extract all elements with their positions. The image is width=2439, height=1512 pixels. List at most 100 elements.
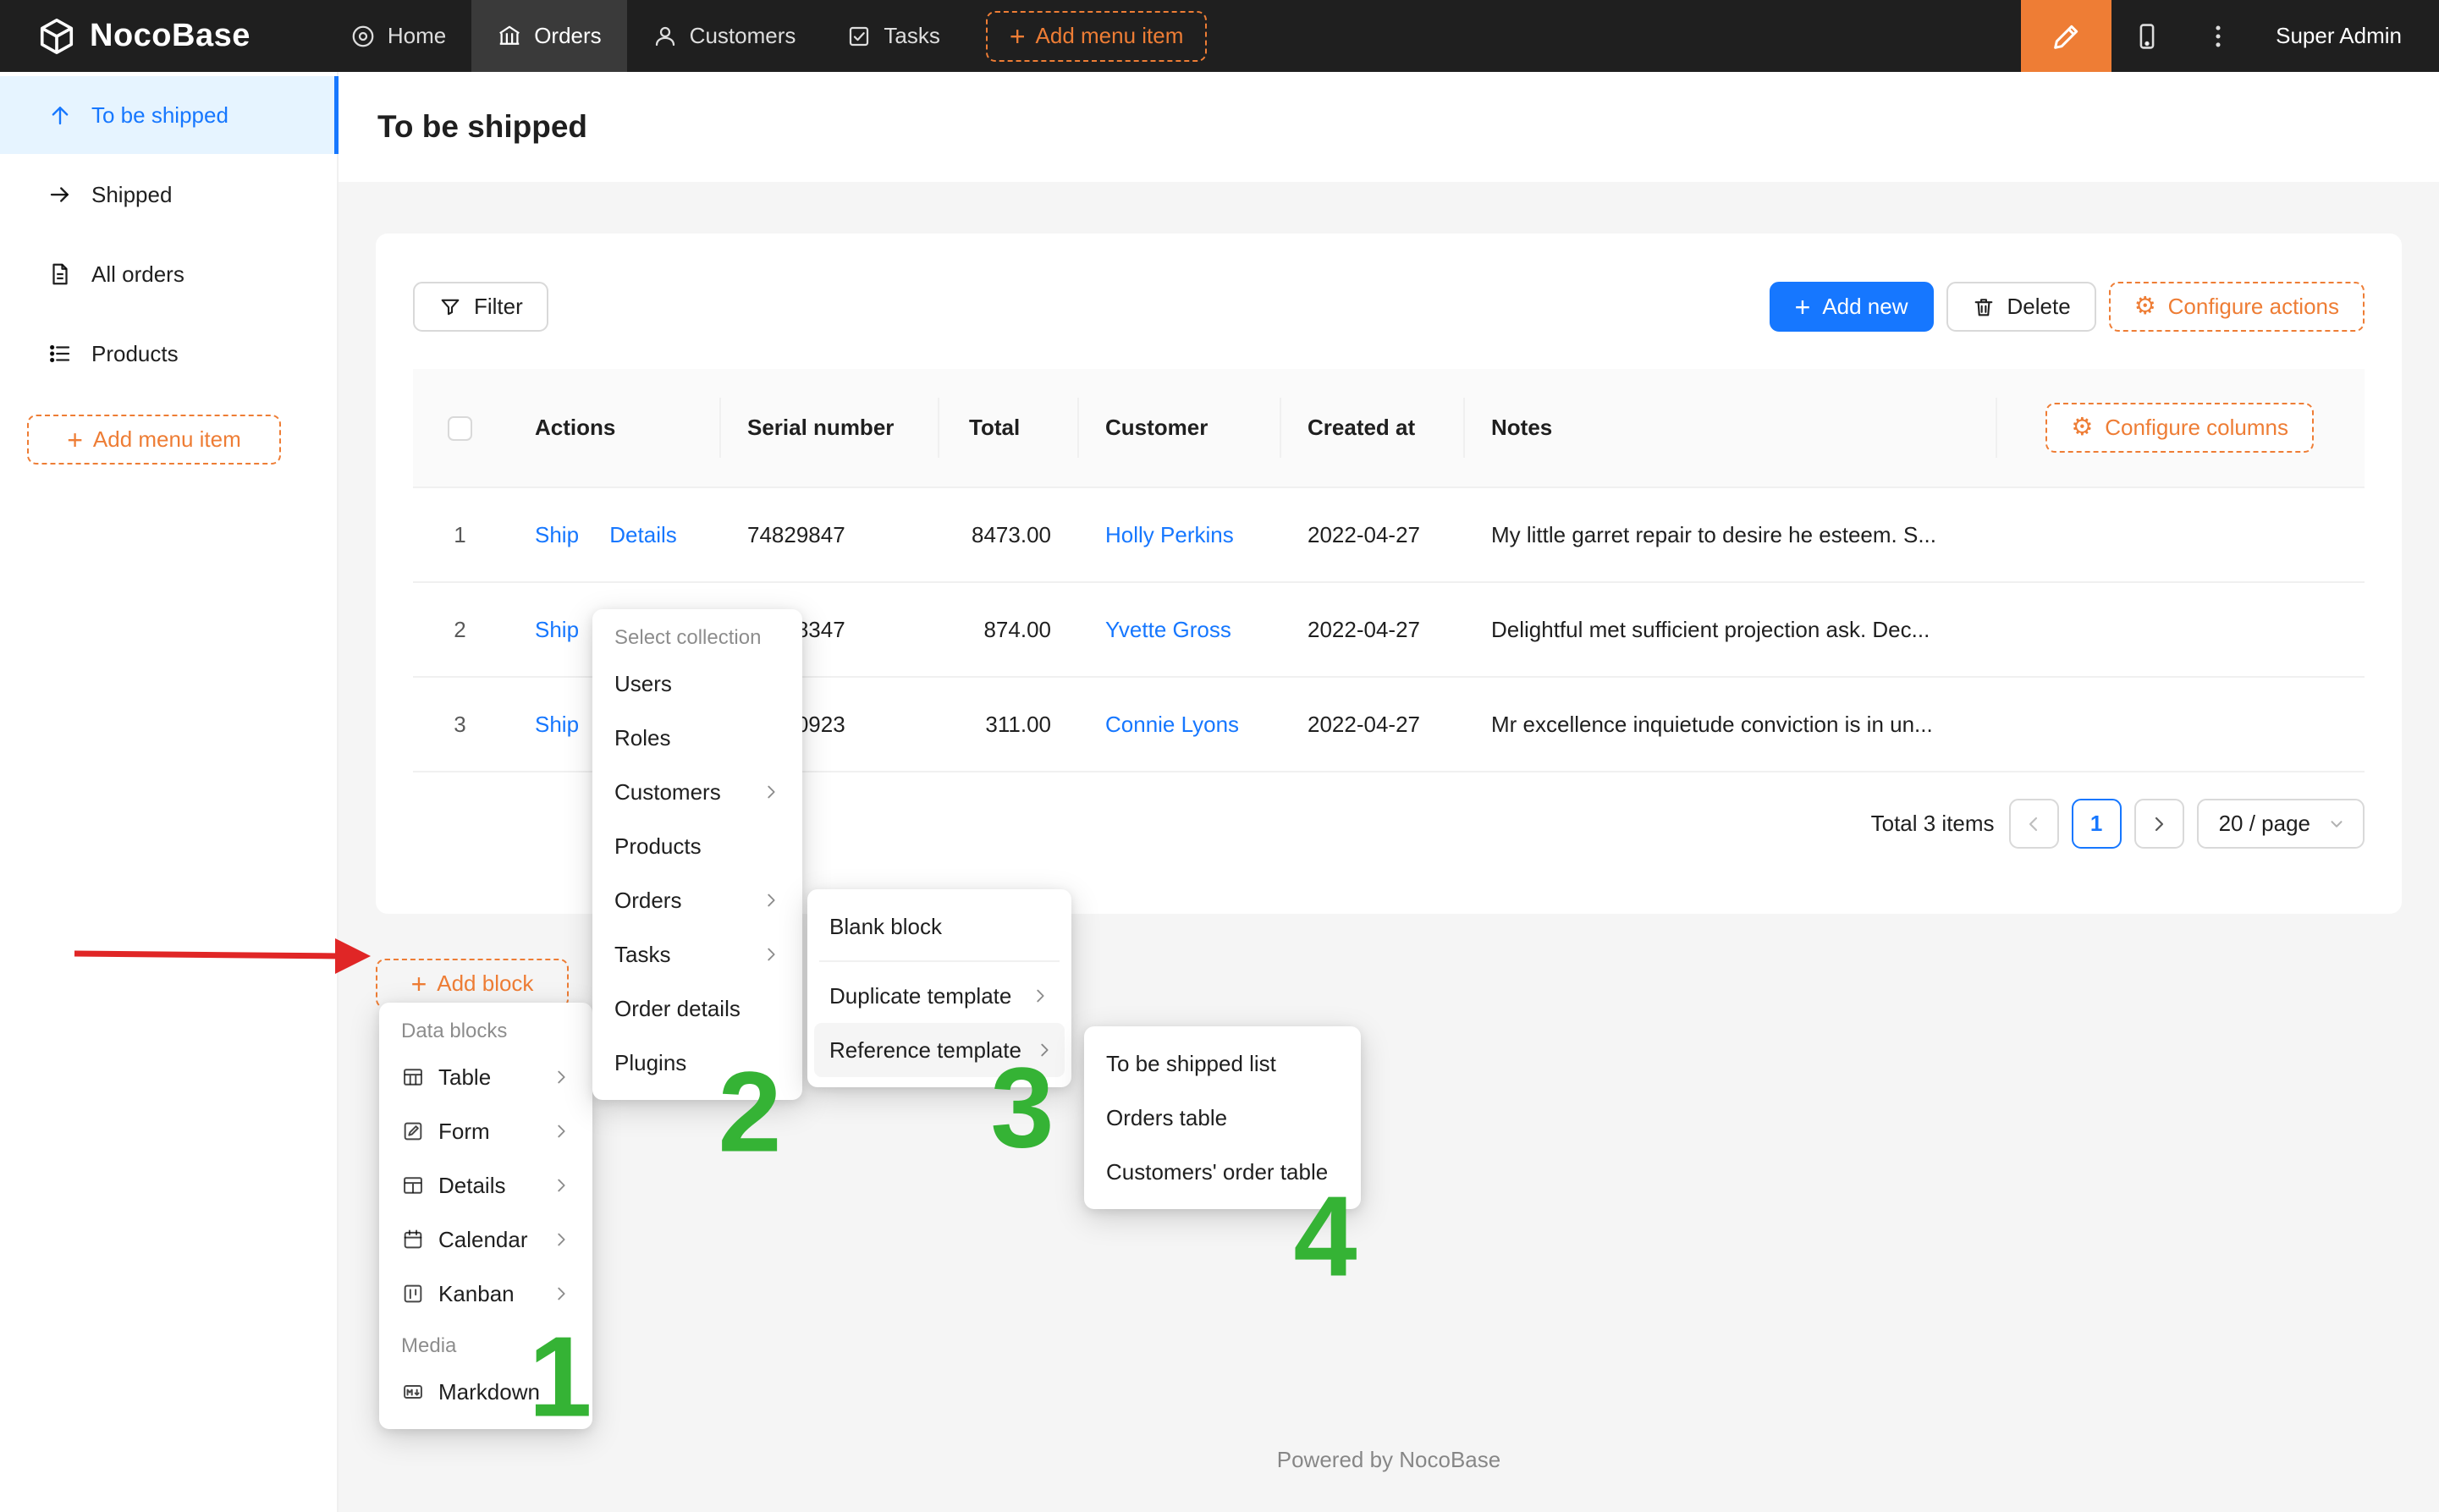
customer-link[interactable]: Yvette Gross (1105, 617, 1231, 642)
select-collection-menu: Select collection Users Roles Customers … (592, 609, 802, 1100)
chevron-right-icon (762, 891, 780, 910)
select-all-checkbox[interactable] (448, 416, 472, 441)
sidebar-item-all-orders[interactable]: All orders (0, 235, 337, 313)
page-header: To be shipped (339, 72, 2439, 182)
pagination-prev-button[interactable] (2009, 799, 2059, 849)
details-link[interactable]: Details (609, 522, 676, 547)
configure-columns-button[interactable]: ⚙ Configure columns (2045, 403, 2314, 453)
nav-item-label: Home (388, 23, 446, 49)
menu-item-users[interactable]: Users (599, 657, 796, 711)
column-header-actions[interactable]: Actions (507, 369, 719, 487)
table-block-icon (401, 1065, 425, 1089)
page-size-select[interactable]: 20 / page (2197, 799, 2365, 849)
menu-group-label: Select collection (599, 619, 796, 657)
total-cell: 8473.00 (938, 487, 1077, 582)
created-at-cell: 2022-04-27 (1280, 487, 1463, 582)
menu-item-products[interactable]: Products (599, 819, 796, 873)
sidebar: To be shipped Shipped All orders Product… (0, 72, 339, 1512)
row-index: 1 (413, 487, 507, 582)
chevron-right-icon (552, 1068, 570, 1086)
add-new-button[interactable]: + Add new (1770, 282, 1934, 332)
total-cell: 874.00 (938, 582, 1077, 677)
chevron-right-icon (2149, 814, 2169, 834)
tasks-icon (846, 24, 872, 49)
chevron-right-icon (762, 783, 780, 801)
gear-icon: ⚙ (2134, 294, 2156, 319)
chevron-right-icon (552, 1284, 570, 1303)
ship-link[interactable]: Ship (535, 522, 579, 547)
sidebar-item-label: Products (91, 341, 179, 367)
pagination-page-1-button[interactable]: 1 (2072, 799, 2122, 849)
ship-link[interactable]: Ship (535, 712, 579, 737)
annotation-step-4: 4 (1293, 1179, 1357, 1294)
ui-editor-button[interactable] (2021, 0, 2111, 72)
menu-item-blank-block[interactable]: Blank block (814, 899, 1065, 954)
mobile-preview-button[interactable] (2111, 0, 2183, 72)
pagination-next-button[interactable] (2134, 799, 2184, 849)
user-name[interactable]: Super Admin (2254, 23, 2439, 49)
form-block-icon (401, 1119, 425, 1143)
chevron-right-icon (552, 1176, 570, 1195)
menu-item-orders-table[interactable]: Orders table (1091, 1091, 1354, 1145)
nav-item-home[interactable]: Home (325, 0, 471, 72)
menu-item-duplicate-template[interactable]: Duplicate template (814, 969, 1065, 1023)
more-menu-button[interactable] (2183, 0, 2254, 72)
configure-actions-button[interactable]: ⚙ Configure actions (2109, 282, 2365, 332)
column-header-notes[interactable]: Notes (1463, 369, 1996, 487)
chevron-down-icon (2327, 815, 2346, 833)
nocobase-logo-icon (37, 17, 76, 56)
sidebar-item-label: All orders (91, 261, 184, 288)
plus-icon: + (1795, 294, 1811, 321)
kebab-menu-icon (2204, 22, 2233, 51)
nav-item-orders[interactable]: Orders (471, 0, 626, 72)
main-menu: Home Orders Customers Tasks + Add menu i… (325, 0, 1208, 72)
customer-link[interactable]: Holly Perkins (1105, 522, 1234, 547)
sidebar-item-label: To be shipped (91, 102, 228, 129)
menu-item-form-block[interactable]: Form (386, 1104, 586, 1158)
row-index: 3 (413, 677, 507, 772)
customer-link[interactable]: Connie Lyons (1105, 712, 1239, 737)
arrow-right-icon (47, 182, 73, 207)
nav-item-label: Customers (690, 23, 796, 49)
menu-item-orders[interactable]: Orders (599, 873, 796, 927)
sidebar-item-to-be-shipped[interactable]: To be shipped (0, 76, 337, 154)
plus-icon: + (1010, 23, 1026, 50)
column-header-created-at[interactable]: Created at (1280, 369, 1463, 487)
column-header-serial-number[interactable]: Serial number (719, 369, 938, 487)
menu-item-to-be-shipped-list[interactable]: To be shipped list (1091, 1036, 1354, 1091)
annotation-arrow (68, 930, 406, 981)
annotation-step-2: 2 (718, 1055, 781, 1169)
row-index: 2 (413, 582, 507, 677)
menu-item-roles[interactable]: Roles (599, 711, 796, 765)
filter-button[interactable]: Filter (413, 282, 548, 332)
plus-icon: + (411, 970, 427, 998)
nav-item-tasks[interactable]: Tasks (821, 0, 965, 72)
menu-item-table-block[interactable]: Table (386, 1050, 586, 1104)
menu-item-calendar-block[interactable]: Calendar (386, 1212, 586, 1267)
sidebar-item-products[interactable]: Products (0, 315, 337, 393)
navbar-add-menu-item-button[interactable]: + Add menu item (986, 11, 1208, 62)
brand[interactable]: NocoBase (0, 17, 251, 56)
chevron-right-icon (762, 945, 780, 964)
sidebar-item-label: Shipped (91, 182, 172, 208)
notes-cell: Delightful met sufficient projection ask… (1463, 582, 1996, 677)
ship-link[interactable]: Ship (535, 617, 579, 642)
sidebar-item-shipped[interactable]: Shipped (0, 156, 337, 234)
brand-name: NocoBase (90, 18, 251, 54)
plus-icon: + (67, 426, 83, 454)
column-header-customer[interactable]: Customer (1077, 369, 1280, 487)
filter-icon (438, 295, 462, 319)
sidebar-add-menu-item-button[interactable]: + Add menu item (27, 415, 281, 465)
nav-item-customers[interactable]: Customers (627, 0, 822, 72)
delete-button[interactable]: Delete (1946, 282, 2096, 332)
menu-item-order-details[interactable]: Order details (599, 981, 796, 1036)
pagination-total: Total 3 items (1871, 811, 1995, 837)
navbar-right: Super Admin (2021, 0, 2439, 72)
menu-item-details-block[interactable]: Details (386, 1158, 586, 1212)
total-cell: 311.00 (938, 677, 1077, 772)
column-header-total[interactable]: Total (938, 369, 1077, 487)
menu-item-customers[interactable]: Customers (599, 765, 796, 819)
menu-item-tasks[interactable]: Tasks (599, 927, 796, 981)
calendar-block-icon (401, 1228, 425, 1251)
chevron-left-icon (2023, 814, 2044, 834)
